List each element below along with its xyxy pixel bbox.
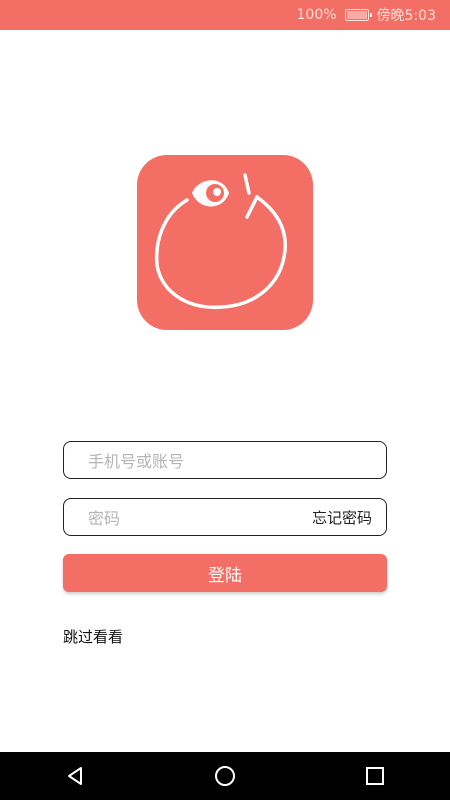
phone-placeholder: 手机号或账号 (88, 452, 185, 471)
forgot-password-link[interactable]: 忘记密码 (312, 507, 372, 528)
battery-percent: 100% (296, 7, 337, 23)
password-input[interactable]: 密码 忘记密码 (63, 498, 387, 536)
back-icon[interactable] (60, 761, 90, 791)
battery-icon (344, 9, 372, 21)
app-logo (137, 155, 313, 330)
password-placeholder: 密码 (88, 509, 121, 528)
home-icon[interactable] (210, 761, 240, 791)
skip-link[interactable]: 跳过看看 (63, 626, 123, 647)
apple-eye-logo-icon (154, 173, 287, 310)
login-button[interactable]: 登陆 (63, 554, 387, 592)
recent-apps-icon[interactable] (360, 761, 390, 791)
phone-account-input[interactable]: 手机号或账号 (63, 441, 387, 479)
system-nav-bar (0, 752, 450, 800)
status-bar: 100% 傍晚5:03 (0, 0, 450, 30)
clock: 傍晚5:03 (376, 8, 436, 24)
